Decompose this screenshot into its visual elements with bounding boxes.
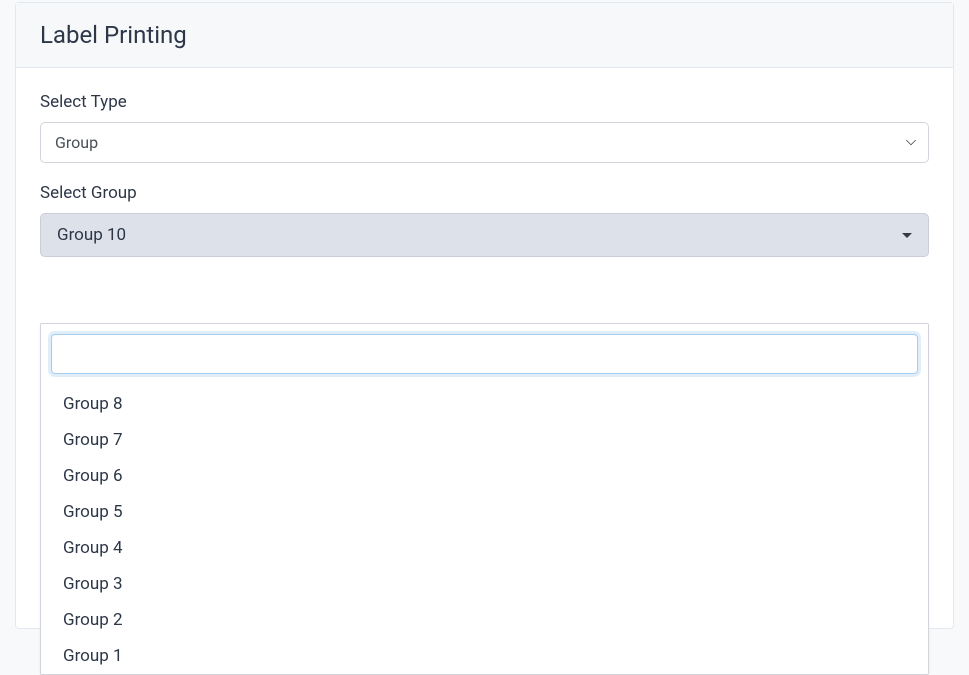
type-select-wrapper: Group <box>40 122 929 163</box>
type-label: Select Type <box>40 92 929 112</box>
group-option[interactable]: Group 8 <box>49 386 920 422</box>
card-header: Label Printing <box>16 3 953 68</box>
group-select[interactable]: Group 10 <box>40 213 929 257</box>
group-select-value: Group 10 <box>57 225 126 245</box>
card-body: Select Type Group Select Group Group 10 <box>16 68 953 628</box>
group-search-input[interactable] <box>51 334 918 374</box>
type-select-value: Group <box>55 133 98 152</box>
group-label: Select Group <box>40 183 929 203</box>
group-options-list[interactable]: Group 8Group 7Group 6Group 5Group 4Group… <box>49 386 920 674</box>
group-option[interactable]: Group 7 <box>49 422 920 458</box>
group-option[interactable]: Group 4 <box>49 530 920 566</box>
caret-down-icon <box>902 233 912 238</box>
group-option[interactable]: Group 2 <box>49 602 920 638</box>
group-option[interactable]: Group 5 <box>49 494 920 530</box>
search-wrapper <box>49 332 920 376</box>
group-option[interactable]: Group 1 <box>49 638 920 674</box>
group-dropdown-panel: Group 8Group 7Group 6Group 5Group 4Group… <box>40 323 929 675</box>
group-option[interactable]: Group 6 <box>49 458 920 494</box>
group-option[interactable]: Group 3 <box>49 566 920 602</box>
label-printing-card: Label Printing Select Type Group Select … <box>15 2 954 629</box>
type-select[interactable]: Group <box>40 122 929 163</box>
group-form-group: Select Group Group 10 <box>40 183 929 257</box>
page-title: Label Printing <box>40 21 929 49</box>
type-form-group: Select Type Group <box>40 92 929 163</box>
